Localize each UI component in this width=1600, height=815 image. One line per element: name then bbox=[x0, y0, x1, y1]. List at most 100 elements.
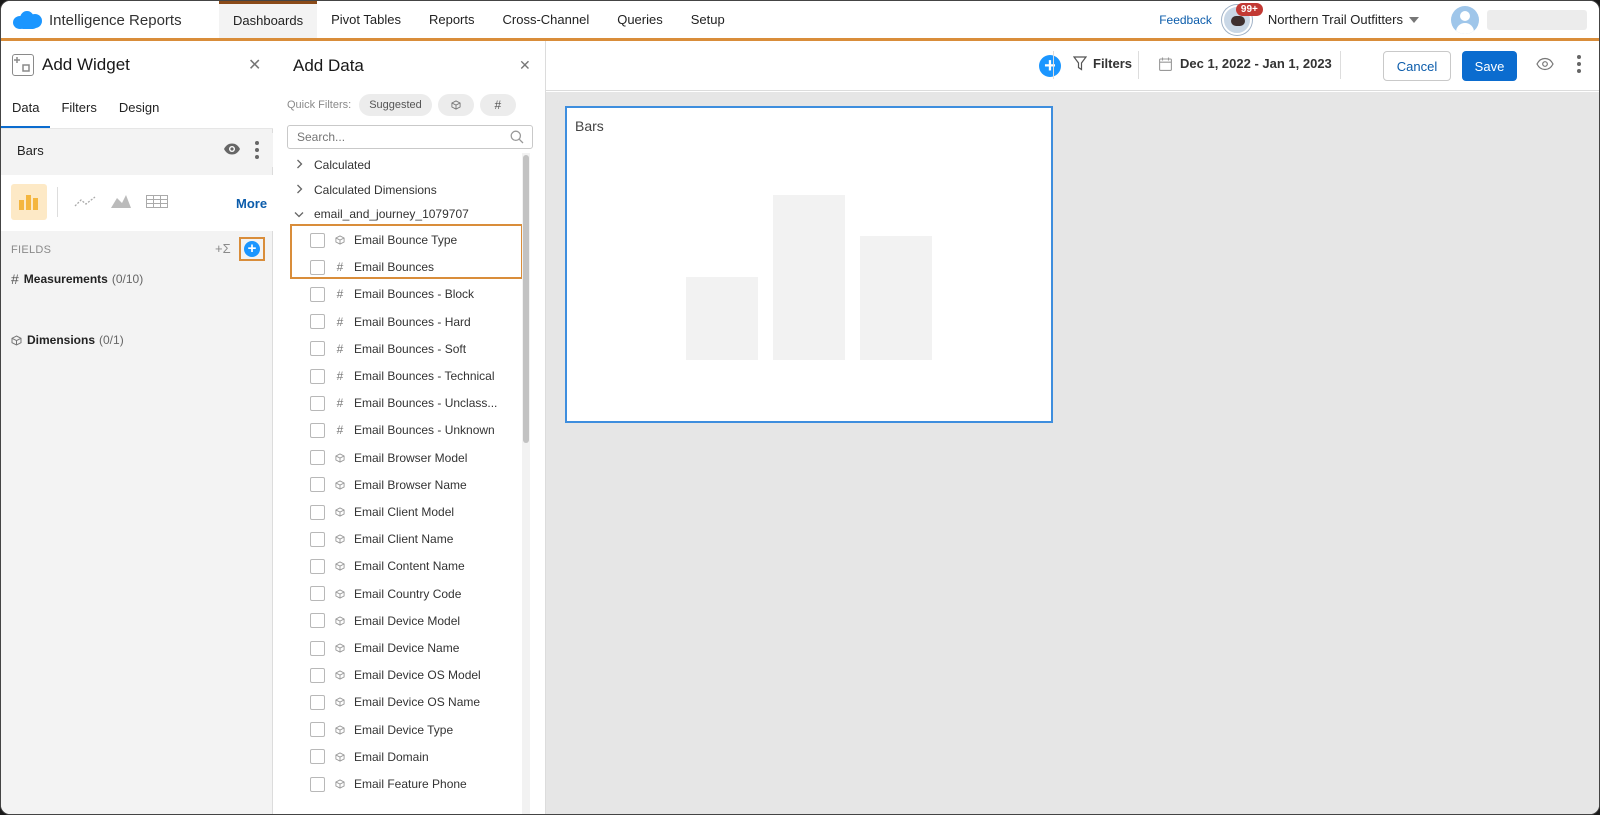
hash-icon: # bbox=[336, 396, 344, 411]
group-calculated[interactable]: Calculated bbox=[293, 158, 371, 172]
cube-icon bbox=[334, 507, 346, 517]
filters-button[interactable]: Filters bbox=[1073, 56, 1132, 71]
bars-widget[interactable]: Bars bbox=[565, 106, 1053, 423]
tab-design[interactable]: Design bbox=[108, 89, 170, 128]
field-row[interactable]: # Email Bounces - Unknown bbox=[310, 419, 495, 441]
quick-filters: Quick Filters: Suggested # bbox=[287, 94, 522, 116]
feedback-link[interactable]: Feedback bbox=[1159, 13, 1212, 27]
field-row[interactable]: Email Client Model bbox=[310, 501, 454, 523]
field-checkbox[interactable] bbox=[310, 314, 325, 330]
field-checkbox[interactable] bbox=[310, 450, 325, 466]
field-row[interactable]: Email Device OS Name bbox=[310, 691, 480, 713]
scrollbar[interactable] bbox=[522, 153, 530, 814]
field-checkbox[interactable] bbox=[310, 341, 325, 357]
field-checkbox[interactable] bbox=[310, 504, 325, 520]
search-input[interactable] bbox=[288, 126, 508, 148]
field-row[interactable]: Email Country Code bbox=[310, 583, 461, 605]
date-range-picker[interactable]: Dec 1, 2022 - Jan 1, 2023 bbox=[1159, 56, 1332, 71]
divider bbox=[1053, 51, 1054, 79]
more-charts-link[interactable]: More bbox=[236, 196, 267, 211]
notifications-avatar[interactable]: 99+ bbox=[1221, 2, 1263, 35]
nav-tab-setup[interactable]: Setup bbox=[677, 1, 739, 38]
preview-eye-icon[interactable] bbox=[1536, 57, 1554, 71]
field-row[interactable]: Email Client Name bbox=[310, 528, 453, 550]
filter-dimension-pill[interactable] bbox=[437, 94, 474, 116]
measurements-section[interactable]: # Measurements (0/10) bbox=[11, 271, 143, 287]
field-checkbox[interactable] bbox=[310, 749, 325, 765]
add-widget-button[interactable]: + bbox=[1039, 55, 1061, 77]
field-row[interactable]: Email Bounce Type bbox=[310, 229, 457, 251]
field-row[interactable]: # Email Bounces - Block bbox=[310, 283, 474, 305]
field-row[interactable]: Email Feature Phone bbox=[310, 773, 467, 795]
widget-title: Bars bbox=[575, 118, 604, 134]
field-label: Email Bounces - Unknown bbox=[354, 423, 495, 438]
dimensions-section[interactable]: Dimensions (0/1) bbox=[11, 333, 124, 347]
nav-tab-dashboards[interactable]: Dashboards bbox=[219, 1, 318, 38]
field-checkbox[interactable] bbox=[310, 776, 325, 792]
calculated-field-icon[interactable]: +Σ bbox=[215, 241, 231, 256]
field-checkbox[interactable] bbox=[310, 368, 325, 384]
nav-tab-pivot-tables[interactable]: Pivot Tables bbox=[317, 1, 415, 38]
field-row[interactable]: Email Device Model bbox=[310, 610, 460, 632]
field-checkbox[interactable] bbox=[310, 422, 325, 438]
area-chart-icon[interactable] bbox=[110, 193, 132, 209]
org-switcher[interactable]: Northern Trail Outfitters bbox=[1268, 12, 1419, 27]
field-row[interactable]: # Email Bounces - Hard bbox=[310, 311, 471, 333]
brand[interactable]: Intelligence Reports bbox=[13, 10, 182, 30]
group-email-and-journey[interactable]: email_and_journey_1079707 bbox=[293, 207, 469, 221]
filter-measure-pill[interactable]: # bbox=[479, 94, 516, 116]
nav-tab-queries[interactable]: Queries bbox=[603, 1, 677, 38]
filter-suggested-pill[interactable]: Suggested bbox=[359, 94, 432, 116]
bar-chart-option[interactable] bbox=[11, 184, 47, 220]
field-checkbox[interactable] bbox=[310, 259, 325, 275]
tab-filters[interactable]: Filters bbox=[50, 89, 107, 128]
user-avatar[interactable] bbox=[1451, 5, 1479, 34]
field-row[interactable]: Email Domain bbox=[310, 746, 429, 768]
dashboard-canvas: Bars bbox=[546, 92, 1599, 814]
field-checkbox[interactable] bbox=[310, 694, 325, 710]
field-checkbox[interactable] bbox=[310, 477, 325, 493]
field-checkbox[interactable] bbox=[310, 722, 325, 738]
field-checkbox[interactable] bbox=[310, 286, 325, 302]
field-checkbox[interactable] bbox=[310, 531, 325, 547]
field-row[interactable]: Email Device OS Model bbox=[310, 664, 481, 686]
field-row[interactable]: # Email Bounces - Technical bbox=[310, 365, 495, 387]
field-checkbox[interactable] bbox=[310, 558, 325, 574]
field-checkbox[interactable] bbox=[310, 232, 325, 248]
field-label: Email Bounces - Technical bbox=[354, 369, 495, 383]
field-checkbox[interactable] bbox=[310, 395, 325, 411]
placeholder-bar bbox=[686, 277, 758, 360]
cube-icon bbox=[451, 100, 461, 110]
cube-icon bbox=[334, 670, 346, 680]
nav-tab-reports[interactable]: Reports bbox=[415, 1, 489, 38]
widget-name[interactable]: Bars bbox=[17, 143, 44, 158]
field-label: Email Bounces - Hard bbox=[354, 314, 471, 329]
field-row[interactable]: Email Device Type bbox=[310, 719, 453, 741]
field-row[interactable]: # Email Bounces bbox=[310, 256, 434, 278]
close-icon[interactable]: ✕ bbox=[248, 55, 261, 75]
scrollbar-thumb[interactable] bbox=[523, 155, 529, 443]
field-row[interactable]: Email Browser Name bbox=[310, 474, 467, 496]
field-checkbox[interactable] bbox=[310, 640, 325, 656]
field-row[interactable]: Email Content Name bbox=[310, 555, 465, 577]
tab-data[interactable]: Data bbox=[1, 89, 51, 128]
field-checkbox[interactable] bbox=[310, 613, 325, 629]
field-row[interactable]: # Email Bounces - Soft bbox=[310, 338, 466, 360]
field-checkbox[interactable] bbox=[310, 667, 325, 683]
group-calculated-dimensions[interactable]: Calculated Dimensions bbox=[293, 183, 437, 197]
eye-icon[interactable] bbox=[223, 142, 241, 161]
line-chart-icon[interactable] bbox=[74, 196, 96, 208]
hash-icon: # bbox=[336, 260, 344, 275]
field-row[interactable]: Email Device Name bbox=[310, 637, 459, 659]
more-options-icon[interactable] bbox=[1576, 53, 1582, 77]
table-chart-icon[interactable] bbox=[146, 195, 168, 208]
field-row[interactable]: Email Browser Model bbox=[310, 447, 467, 469]
close-icon[interactable]: ✕ bbox=[519, 57, 531, 74]
more-options-icon[interactable] bbox=[255, 141, 259, 159]
save-button[interactable]: Save bbox=[1462, 51, 1517, 81]
field-row[interactable]: # Email Bounces - Unclass... bbox=[310, 392, 497, 414]
cancel-button[interactable]: Cancel bbox=[1383, 51, 1451, 81]
field-checkbox[interactable] bbox=[310, 586, 325, 602]
nav-tab-cross-channel[interactable]: Cross-Channel bbox=[489, 1, 604, 38]
add-field-button[interactable]: + bbox=[244, 241, 260, 257]
